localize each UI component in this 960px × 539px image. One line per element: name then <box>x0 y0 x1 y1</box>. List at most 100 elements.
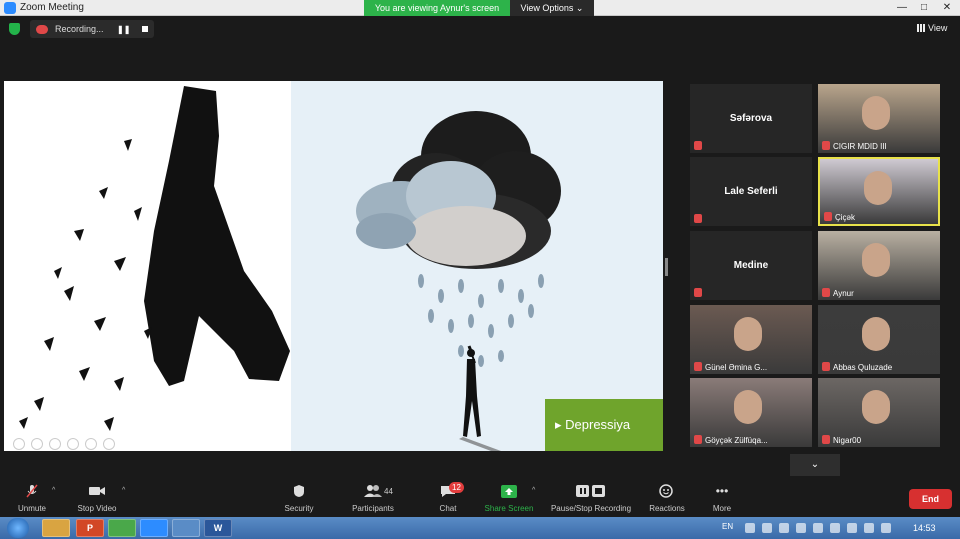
muted-mic-icon <box>694 362 702 371</box>
view-label: View <box>928 23 948 33</box>
windows-start-icon[interactable] <box>7 518 29 538</box>
muted-mic-icon <box>822 141 830 150</box>
minimize-button[interactable]: — <box>892 1 912 14</box>
more-slide-icon[interactable] <box>103 438 115 450</box>
participant-tile[interactable]: Çiçək <box>818 157 940 226</box>
slide-left-image <box>4 81 291 451</box>
meeting-toolbar <box>0 478 960 517</box>
muted-mic-icon <box>694 214 702 223</box>
window-icon[interactable] <box>172 519 200 537</box>
tray-icon[interactable] <box>796 523 806 533</box>
encryption-shield-icon[interactable] <box>9 23 20 35</box>
tray-icon[interactable] <box>847 523 857 533</box>
view-layout-button[interactable]: View <box>917 23 947 33</box>
system-clock[interactable]: 14:53 <box>913 523 936 533</box>
participant-face <box>862 96 890 130</box>
slides-icon[interactable] <box>67 438 79 450</box>
reactions-button[interactable]: Reactions <box>645 483 689 515</box>
pause-stop-recording-button[interactable]: Pause/Stop Recording <box>548 483 634 515</box>
maximize-button[interactable]: □ <box>914 1 934 14</box>
chat-unread-badge: 12 <box>449 482 464 493</box>
slide-nav-controls[interactable] <box>13 438 115 450</box>
chrome-icon[interactable] <box>108 519 136 537</box>
slide-right-image <box>291 81 663 451</box>
share-screen-button[interactable]: Share Screen <box>483 483 535 515</box>
participant-name: Səfərova <box>729 113 773 124</box>
participant-tile[interactable]: Göyçək Zülfüqa... <box>690 378 812 447</box>
participant-face <box>862 317 890 351</box>
participant-tile[interactable]: Nigar00 <box>818 378 940 447</box>
muted-mic-icon <box>12 483 52 499</box>
tray-icon[interactable] <box>830 523 840 533</box>
participant-tile[interactable]: Lale Seferli <box>690 157 812 226</box>
unmute-button[interactable]: Unmute <box>12 483 52 515</box>
slide-caption: Depressiya <box>565 417 631 432</box>
muted-mic-icon <box>822 435 830 444</box>
video-camera-icon <box>72 483 122 499</box>
zoom-icon[interactable] <box>140 519 168 537</box>
security-button[interactable]: Security <box>278 483 320 515</box>
end-meeting-button[interactable]: End <box>909 489 952 509</box>
pen-icon[interactable] <box>49 438 61 450</box>
system-tray <box>745 523 891 533</box>
more-button[interactable]: ••• More <box>706 483 738 515</box>
participant-tile[interactable]: CIGIR MDID III <box>818 84 940 153</box>
grid-icon <box>917 24 925 32</box>
stop-recording-button[interactable] <box>142 26 149 32</box>
participant-tile[interactable]: Abbas Quluzade <box>818 305 940 374</box>
word-icon[interactable]: W <box>204 519 232 537</box>
tray-icon[interactable] <box>813 523 823 533</box>
split-divider-handle[interactable] <box>665 258 668 276</box>
participant-label: Aynur <box>833 289 854 298</box>
participant-face <box>862 243 890 277</box>
tray-icon[interactable] <box>762 523 772 533</box>
ellipsis-icon: ••• <box>715 484 729 498</box>
zoom-icon[interactable] <box>85 438 97 450</box>
muted-mic-icon <box>822 362 830 371</box>
participant-label: Göyçək Zülfüqa... <box>705 436 768 445</box>
participant-label: Abbas Quluzade <box>833 363 893 372</box>
volume-icon[interactable] <box>881 523 891 533</box>
participants-count: 44 <box>384 487 393 496</box>
muted-mic-icon <box>694 435 702 444</box>
participant-face <box>862 390 890 424</box>
participant-label: CIGIR MDID III <box>833 142 887 151</box>
slide-caption-box: ▸ Depressiya <box>545 399 663 451</box>
view-options-button[interactable]: View Options ⌄ <box>510 0 594 16</box>
rain-cloud-illustration <box>356 111 561 451</box>
participant-tile[interactable]: Aynur <box>818 231 940 300</box>
gallery-next-page-button[interactable]: ⌄ <box>790 454 840 476</box>
participant-tile[interactable]: Səfərova <box>690 84 812 153</box>
recording-indicator: Recording... ❚❚ <box>30 20 154 38</box>
participant-tile[interactable]: Günel Əmina G... <box>690 305 812 374</box>
tray-icon[interactable] <box>745 523 755 533</box>
share-screen-icon <box>483 483 535 499</box>
participant-name: Lale Seferli <box>724 186 778 197</box>
share-options-caret[interactable]: ^ <box>532 487 535 494</box>
muted-mic-icon <box>694 141 702 150</box>
zoom-meeting-window: Zoom Meeting You are viewing Aynur's scr… <box>0 0 960 539</box>
pause-stop-icons <box>548 483 634 499</box>
audio-options-caret[interactable]: ^ <box>52 487 55 494</box>
participant-name: Medine <box>733 260 769 271</box>
powerpoint-icon[interactable]: P <box>76 519 104 537</box>
shared-screen: ▸ Depressiya <box>4 81 663 451</box>
close-button[interactable]: ✕ <box>937 1 957 14</box>
participant-face <box>864 171 892 205</box>
network-icon[interactable] <box>864 523 874 533</box>
stop-video-button[interactable]: Stop Video <box>72 483 122 515</box>
participant-tile[interactable]: Medine <box>690 231 812 300</box>
pointer-icon[interactable] <box>31 438 43 450</box>
input-language[interactable]: EN <box>722 522 733 531</box>
explorer-icon[interactable] <box>42 519 70 537</box>
rain-drops <box>418 274 544 367</box>
cloud-record-icon <box>36 24 48 34</box>
pause-recording-button[interactable]: ❚❚ <box>117 25 130 34</box>
participant-label: Nigar00 <box>833 436 862 445</box>
security-shield-icon <box>278 483 320 499</box>
tray-icon[interactable] <box>779 523 789 533</box>
prev-slide-icon[interactable] <box>13 438 25 450</box>
participant-label: Günel Əmina G... <box>705 363 768 372</box>
video-options-caret[interactable]: ^ <box>122 487 125 494</box>
zoom-app-icon <box>4 1 16 14</box>
